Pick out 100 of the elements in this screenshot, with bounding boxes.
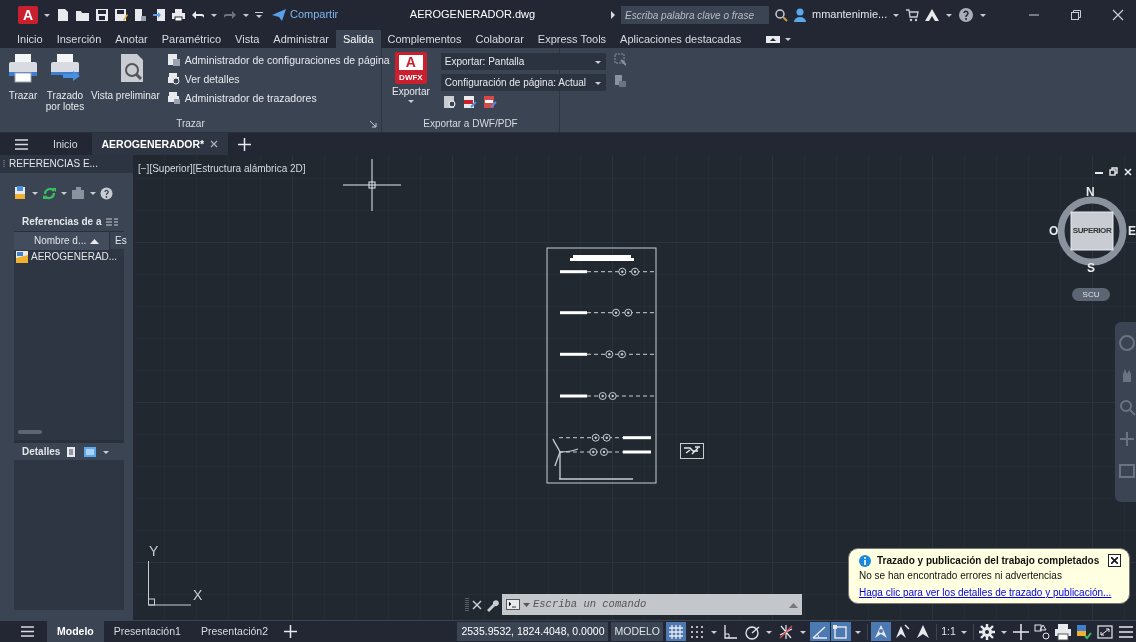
compass-label[interactable]: E [1128, 224, 1136, 239]
import-icon[interactable] [152, 8, 166, 22]
angle-button[interactable] [810, 622, 830, 641]
annotation-scale-button[interactable]: 1:1 [940, 622, 957, 641]
close-button[interactable] [1108, 554, 1121, 567]
layout-tab[interactable]: Presentación2 [190, 621, 279, 642]
preview-image-icon[interactable] [84, 445, 97, 458]
plus-button[interactable] [1011, 622, 1031, 641]
page-setup-icon[interactable] [613, 74, 626, 88]
grid-button[interactable] [666, 622, 686, 641]
grip-icon[interactable] [465, 596, 469, 613]
compass-label[interactable]: N [1086, 185, 1095, 200]
file-tab[interactable]: AEROGENERADOR* [91, 133, 229, 155]
preview-icon[interactable] [442, 95, 457, 109]
coordinates-readout[interactable]: 2535.9532, 1824.4048, 0.0000 [457, 622, 609, 641]
print-icon[interactable] [171, 8, 186, 22]
restore-icon[interactable] [1109, 167, 1118, 176]
select-window-icon[interactable] [613, 53, 626, 67]
ribbon-tab[interactable]: Express Tools [530, 30, 614, 48]
caret-icon[interactable] [523, 601, 530, 608]
ribbon-tab[interactable]: Complementos [380, 30, 469, 48]
scrollbar-thumb[interactable] [18, 430, 42, 434]
command-field[interactable]: Escriba un comando [502, 594, 802, 615]
caret-icon[interactable] [210, 11, 218, 19]
ribbon-tab[interactable]: Aplicaciones destacadas [613, 30, 749, 48]
caret-icon[interactable] [31, 189, 39, 197]
grip-icon[interactable] [3, 159, 6, 169]
save-as-icon[interactable] [114, 8, 128, 22]
viewcube-face[interactable] [1070, 211, 1114, 251]
app-logo[interactable]: A [18, 6, 38, 24]
refresh-icon[interactable] [42, 185, 57, 201]
cart-icon[interactable] [905, 8, 920, 22]
new-tab-icon[interactable] [238, 137, 252, 151]
caret-icon[interactable] [89, 189, 97, 197]
ribbon-tab[interactable]: Inserción [49, 30, 109, 48]
restore-icon[interactable] [1070, 9, 1082, 21]
viewcube-face-label[interactable]: SUPERIOR [1071, 226, 1113, 236]
compass-label[interactable]: O [1049, 224, 1059, 239]
ribbon-tab[interactable]: Colaborar [468, 30, 531, 48]
settings-button[interactable] [977, 622, 997, 641]
ribbon-tab[interactable]: Anotar [108, 30, 155, 48]
expand-up-icon[interactable] [789, 601, 798, 608]
ribbon-tab[interactable]: Vista [228, 30, 267, 48]
customize-icon[interactable] [255, 10, 263, 20]
help-icon[interactable] [958, 7, 975, 23]
dwf-file-icon[interactable] [462, 95, 477, 109]
ribbon-command[interactable]: Ver detalles [166, 71, 390, 87]
new-layout-icon[interactable] [284, 625, 298, 638]
attach-icon[interactable] [14, 185, 28, 201]
menu-icon[interactable] [20, 624, 35, 639]
command-input[interactable]: Escriba un comando [533, 598, 786, 611]
properties-button[interactable] [1032, 622, 1052, 641]
viewport-label[interactable]: [−][Superior][Estructura alámbrica 2D] [138, 163, 306, 175]
ucs-menu-button[interactable]: SCU [1072, 288, 1110, 301]
caret-icon[interactable] [892, 11, 901, 19]
panel-toggle-icon[interactable] [766, 35, 783, 43]
ribbon-button[interactable]: Trazar [6, 52, 40, 116]
compass-label[interactable]: S [1087, 261, 1095, 276]
ribbon-command[interactable]: Administrador de configuraciones de página [166, 52, 390, 68]
caret-icon[interactable] [406, 97, 415, 105]
caret-icon[interactable] [43, 11, 51, 19]
caret-icon[interactable] [945, 11, 954, 19]
layout-tab[interactable]: Modelo [47, 621, 104, 642]
printer-button[interactable] [1053, 622, 1073, 641]
redo-icon[interactable] [223, 8, 237, 22]
ribbon-button[interactable]: Trazado por lotes [44, 52, 86, 116]
triangle-logo-icon[interactable] [924, 8, 941, 22]
fullscreen-button[interactable] [1095, 622, 1115, 641]
share-button[interactable]: Compartir [272, 8, 339, 22]
dropdown[interactable]: Exportar: Pantalla [440, 53, 606, 70]
list-view-icon[interactable] [104, 217, 119, 227]
document-icon[interactable] [133, 8, 147, 22]
pdf-file-icon[interactable] [482, 95, 497, 109]
ribbon-tab[interactable]: Administrar [266, 30, 336, 48]
new-file-icon[interactable] [56, 8, 70, 22]
expand-arrow-icon[interactable] [610, 11, 616, 19]
panel-launcher-icon[interactable] [370, 121, 377, 128]
change-path-icon[interactable] [71, 186, 86, 200]
ribbon-tab[interactable]: Paramétrico [154, 30, 229, 48]
object-snap-button[interactable] [831, 622, 851, 641]
menu-icon[interactable] [14, 136, 29, 152]
search-icon[interactable] [774, 8, 788, 22]
file-reference-item[interactable]: AEROGENERAD... [14, 249, 120, 265]
model-space-button[interactable]: MODELO [611, 622, 663, 641]
caret-icon[interactable] [242, 11, 250, 19]
user-icon[interactable] [793, 8, 807, 22]
close-icon[interactable] [1112, 9, 1124, 21]
dropdown[interactable]: Configuración de página: Actual [440, 74, 606, 91]
file-tab[interactable]: Inicio [43, 133, 88, 155]
ribbon-command[interactable]: Administrador de trazadores [166, 90, 390, 106]
search-field[interactable]: Escriba palabra clave o frase [621, 6, 769, 24]
folder-icon[interactable] [75, 8, 90, 22]
caret-icon[interactable] [784, 35, 793, 43]
wrench-icon[interactable] [485, 597, 499, 612]
save-icon[interactable] [95, 8, 109, 22]
caret-icon[interactable] [60, 189, 68, 197]
column-header[interactable]: Nombre d... [14, 231, 109, 250]
details-link[interactable]: Haga clic para ver los detalles de trazado y publicación... [859, 587, 1112, 598]
command-prompt-icon[interactable] [506, 599, 520, 610]
user-name[interactable]: mmantenimie... [812, 8, 888, 22]
